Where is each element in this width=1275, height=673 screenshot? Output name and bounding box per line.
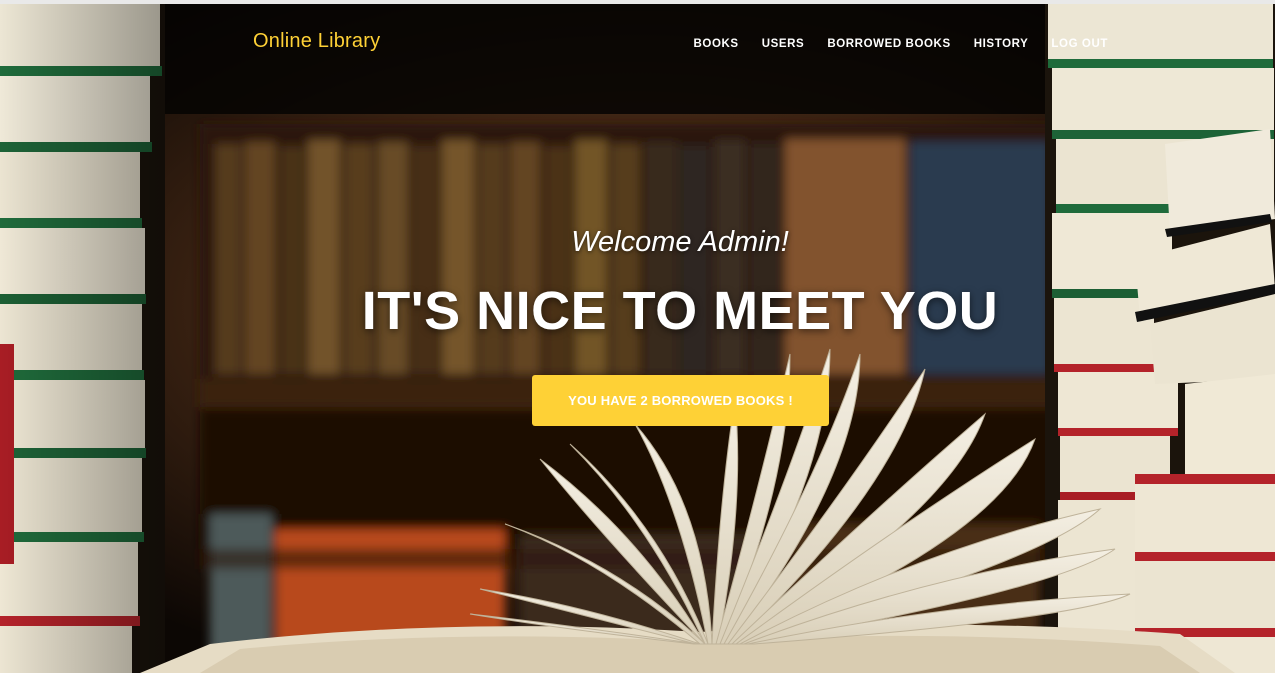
nav-link-history[interactable]: HISTORY xyxy=(974,38,1029,50)
welcome-subheading: Welcome Admin! xyxy=(571,226,789,258)
nav-link-log-out[interactable]: LOG OUT xyxy=(1051,38,1108,50)
navbar: Online Library BOOKS USERS BORROWED BOOK… xyxy=(0,4,1275,79)
nav-item-log-out: LOG OUT xyxy=(1051,34,1108,52)
page: Online Library BOOKS USERS BORROWED BOOK… xyxy=(0,4,1275,673)
nav-item-books: BOOKS xyxy=(694,34,739,52)
hero-heading: IT'S NICE TO MEET YOU xyxy=(361,281,999,341)
nav-link-users[interactable]: USERS xyxy=(762,38,805,50)
nav-link-books[interactable]: BOOKS xyxy=(694,38,739,50)
brand-logo-link[interactable]: Online Library xyxy=(253,30,380,53)
nav-item-users: USERS xyxy=(762,34,805,52)
nav-menu: BOOKS USERS BORROWED BOOKS HISTORY LOG O… xyxy=(694,34,1108,52)
nav-item-history: HISTORY xyxy=(974,34,1029,52)
borrowed-books-button[interactable]: YOU HAVE 2 BORROWED BOOKS ! xyxy=(532,375,829,426)
nav-link-borrowed-books[interactable]: BORROWED BOOKS xyxy=(827,38,950,50)
nav-item-borrowed-books: BORROWED BOOKS xyxy=(827,34,950,52)
